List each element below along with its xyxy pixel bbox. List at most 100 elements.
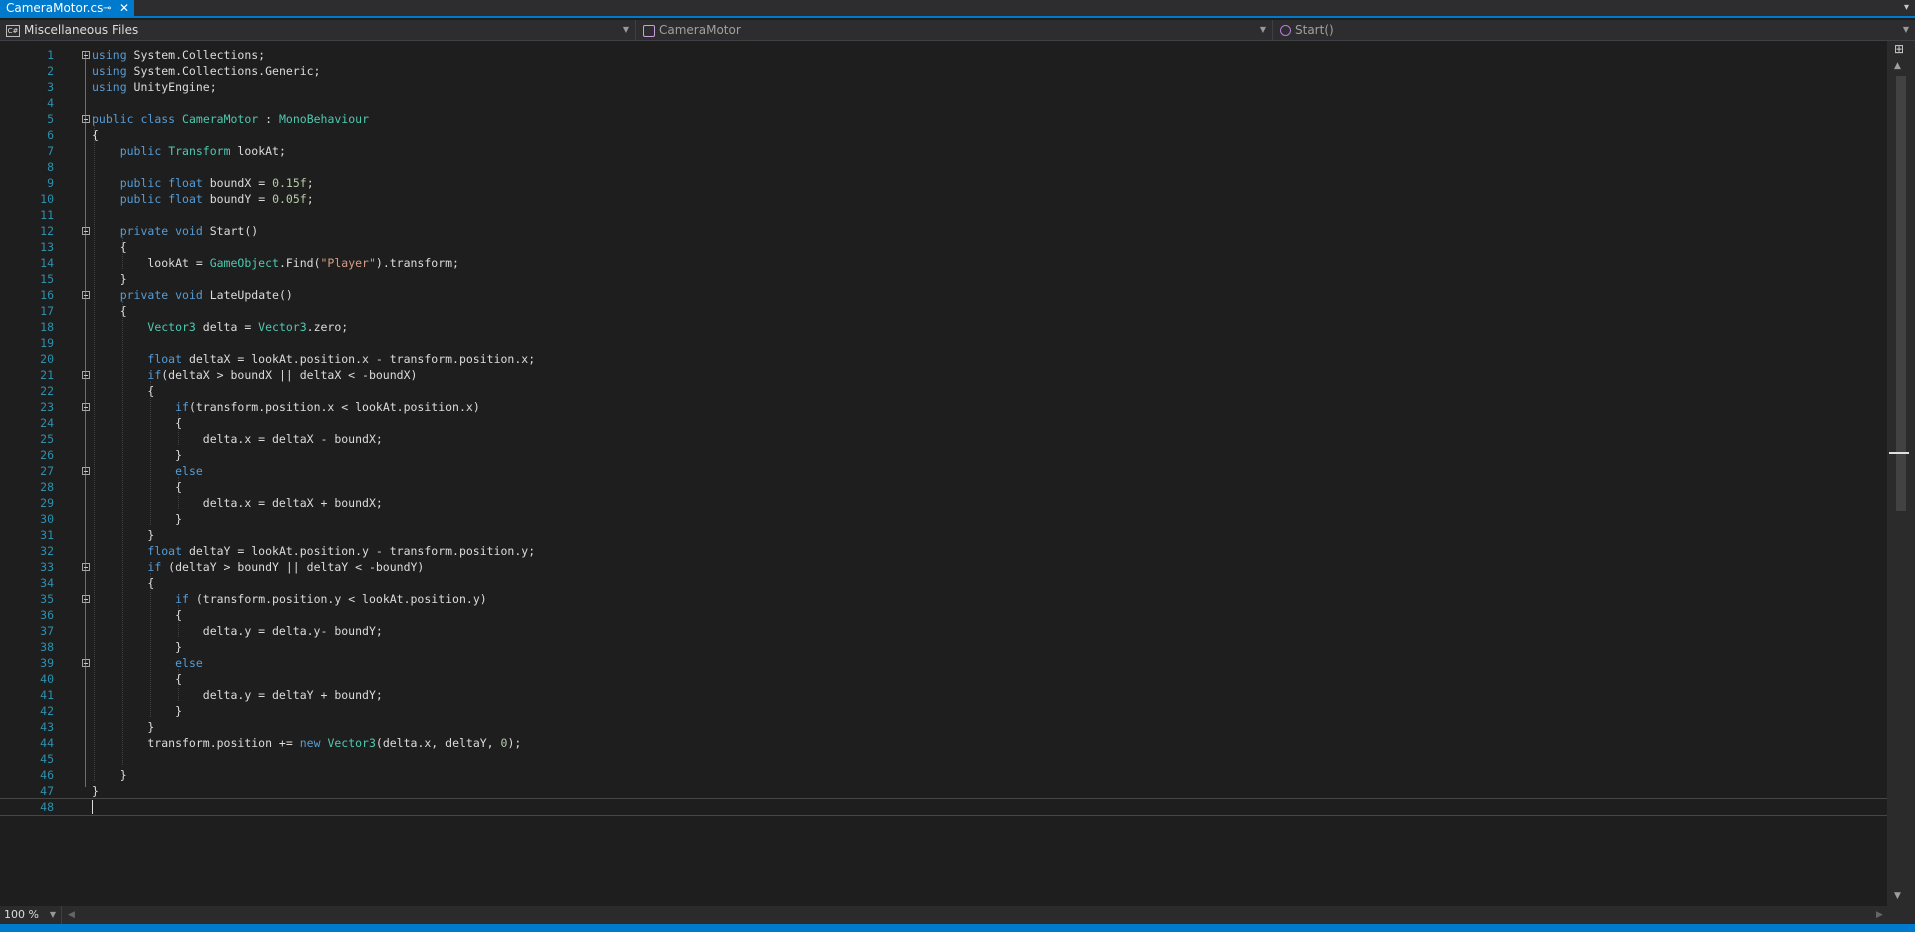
code-line[interactable]: 21 if(deltaX > boundX || deltaX < -bound… bbox=[0, 367, 1887, 383]
line-number: 23 bbox=[40, 400, 54, 414]
code-line[interactable]: 10 public float boundY = 0.05f; bbox=[0, 191, 1887, 207]
line-number: 27 bbox=[40, 464, 54, 478]
chevron-down-icon: ▼ bbox=[1902, 25, 1909, 34]
scroll-left-icon[interactable]: ◀ bbox=[68, 906, 75, 924]
code-line[interactable]: 3 using UnityEngine; bbox=[0, 79, 1887, 95]
code-line[interactable]: 41 delta.y = deltaY + boundY; bbox=[0, 687, 1887, 703]
code-line[interactable]: 22 { bbox=[0, 383, 1887, 399]
code-line[interactable]: 29 delta.x = deltaX + boundX; bbox=[0, 495, 1887, 511]
collapse-toggle-icon[interactable] bbox=[82, 291, 90, 299]
code-text: public class CameraMotor : MonoBehaviour bbox=[92, 112, 370, 126]
class-icon bbox=[643, 24, 655, 37]
code-line[interactable]: 48 bbox=[0, 798, 1888, 816]
tab-cameramotor-cs[interactable]: CameraMotor.cs ⊸ ✕ bbox=[0, 0, 134, 17]
code-text: if (transform.position.y < lookAt.positi… bbox=[175, 592, 487, 606]
scroll-down-icon[interactable]: ▼ bbox=[1894, 891, 1901, 901]
code-line[interactable]: 18 Vector3 delta = Vector3.zero; bbox=[0, 319, 1887, 335]
tab-overflow-dropdown-icon[interactable]: ▾ bbox=[1904, 0, 1909, 16]
collapse-toggle-icon[interactable] bbox=[82, 595, 90, 603]
code-line[interactable]: 43 } bbox=[0, 719, 1887, 735]
pin-icon[interactable]: ⊸ bbox=[103, 0, 111, 17]
code-text: { bbox=[92, 480, 183, 494]
scroll-right-icon[interactable]: ▶ bbox=[1876, 906, 1883, 924]
collapse-toggle-icon[interactable] bbox=[82, 371, 90, 379]
code-line[interactable]: 17 { bbox=[0, 303, 1887, 319]
code-line[interactable]: 6{ bbox=[0, 127, 1887, 143]
code-line[interactable]: 15 } bbox=[0, 271, 1887, 287]
code-line[interactable]: 37 delta.y = delta.y- boundY; bbox=[0, 623, 1887, 639]
split-view-icon[interactable]: ⊞ bbox=[1894, 43, 1906, 55]
text-caret bbox=[92, 800, 93, 814]
document-tab-bar: CameraMotor.cs ⊸ ✕ ▾ bbox=[0, 0, 1915, 18]
code-line[interactable]: 11 bbox=[0, 207, 1887, 223]
collapse-toggle-icon[interactable] bbox=[82, 563, 90, 571]
code-line[interactable]: 5 public class CameraMotor : MonoBehaviou… bbox=[0, 111, 1887, 127]
type-label: CameraMotor bbox=[659, 23, 741, 37]
code-line[interactable]: 7 public Transform lookAt; bbox=[0, 143, 1887, 159]
line-number: 25 bbox=[40, 432, 54, 446]
code-line[interactable]: 34 { bbox=[0, 575, 1887, 591]
collapse-toggle-icon[interactable] bbox=[82, 51, 90, 59]
code-line[interactable]: 46 } bbox=[0, 767, 1887, 783]
code-line[interactable]: 28 { bbox=[0, 479, 1887, 495]
code-line[interactable]: 40 { bbox=[0, 671, 1887, 687]
type-dropdown[interactable]: CameraMotor ▼ bbox=[637, 20, 1273, 40]
code-line[interactable]: 2 using System.Collections.Generic; bbox=[0, 63, 1887, 79]
code-line[interactable]: 44 transform.position += new Vector3(del… bbox=[0, 735, 1887, 751]
collapse-toggle-icon[interactable] bbox=[82, 227, 90, 235]
code-line[interactable]: 31 } bbox=[0, 527, 1887, 543]
member-dropdown[interactable]: Start() ▼ bbox=[1274, 20, 1915, 40]
code-text: } bbox=[92, 272, 127, 286]
code-text: } bbox=[92, 448, 183, 462]
code-line[interactable]: 13 { bbox=[0, 239, 1887, 255]
close-icon[interactable]: ✕ bbox=[119, 0, 129, 17]
code-text: } bbox=[92, 768, 127, 782]
code-line[interactable]: 14 lookAt = GameObject.Find("Player").tr… bbox=[0, 255, 1887, 271]
code-line[interactable]: 30 } bbox=[0, 511, 1887, 527]
code-line[interactable]: 12 private void Start() bbox=[0, 223, 1887, 239]
code-line[interactable]: 47} bbox=[0, 783, 1887, 799]
line-number: 39 bbox=[40, 656, 54, 670]
line-number: 3 bbox=[47, 80, 54, 94]
code-line[interactable]: 39 else bbox=[0, 655, 1887, 671]
code-line[interactable]: 9 public float boundX = 0.15f; bbox=[0, 175, 1887, 191]
collapse-toggle-icon[interactable] bbox=[82, 467, 90, 475]
line-number: 35 bbox=[40, 592, 54, 606]
line-number: 7 bbox=[47, 144, 54, 158]
code-line[interactable]: 16 private void LateUpdate() bbox=[0, 287, 1887, 303]
code-line[interactable]: 19 bbox=[0, 335, 1887, 351]
code-line[interactable]: 23 if(transform.position.x < lookAt.posi… bbox=[0, 399, 1887, 415]
code-line[interactable]: 35 if (transform.position.y < lookAt.pos… bbox=[0, 591, 1887, 607]
code-text: else bbox=[175, 464, 203, 478]
code-line[interactable]: 26 } bbox=[0, 447, 1887, 463]
code-line[interactable]: 36 { bbox=[0, 607, 1887, 623]
code-line[interactable]: 25 delta.x = deltaX - boundX; bbox=[0, 431, 1887, 447]
project-dropdown[interactable]: C# Miscellaneous Files ▼ bbox=[0, 20, 636, 40]
code-line[interactable]: 4 bbox=[0, 95, 1887, 111]
code-text: { bbox=[92, 416, 183, 430]
code-text: lookAt = GameObject.Find("Player").trans… bbox=[92, 256, 459, 270]
collapse-toggle-icon[interactable] bbox=[82, 115, 90, 123]
zoom-dropdown[interactable]: 100 % ▼ bbox=[0, 906, 62, 924]
code-text: } bbox=[92, 720, 155, 734]
collapse-toggle-icon[interactable] bbox=[82, 659, 90, 667]
vertical-scrollbar[interactable]: ⊞ ▲ ▼ bbox=[1887, 41, 1915, 907]
method-icon bbox=[1280, 25, 1291, 36]
code-line[interactable]: 38 } bbox=[0, 639, 1887, 655]
code-line[interactable]: 42 } bbox=[0, 703, 1887, 719]
code-line[interactable]: 45 bbox=[0, 751, 1887, 767]
code-line[interactable]: 1 using System.Collections; bbox=[0, 47, 1887, 63]
code-line[interactable]: 20 float deltaX = lookAt.position.x - tr… bbox=[0, 351, 1887, 367]
code-line[interactable]: 24 { bbox=[0, 415, 1887, 431]
line-number: 43 bbox=[40, 720, 54, 734]
collapse-toggle-icon[interactable] bbox=[82, 403, 90, 411]
code-line[interactable]: 32 float deltaY = lookAt.position.y - tr… bbox=[0, 543, 1887, 559]
scroll-up-icon[interactable]: ▲ bbox=[1894, 61, 1901, 71]
code-line[interactable]: 27 else bbox=[0, 463, 1887, 479]
code-line[interactable]: 8 bbox=[0, 159, 1887, 175]
line-number: 41 bbox=[40, 688, 54, 702]
scrollbar-thumb[interactable] bbox=[1896, 76, 1906, 511]
line-number: 29 bbox=[40, 496, 54, 510]
code-line[interactable]: 33 if (deltaY > boundY || deltaY < -boun… bbox=[0, 559, 1887, 575]
code-editor[interactable]: 1 using System.Collections; 2 using System.… bbox=[0, 41, 1888, 907]
